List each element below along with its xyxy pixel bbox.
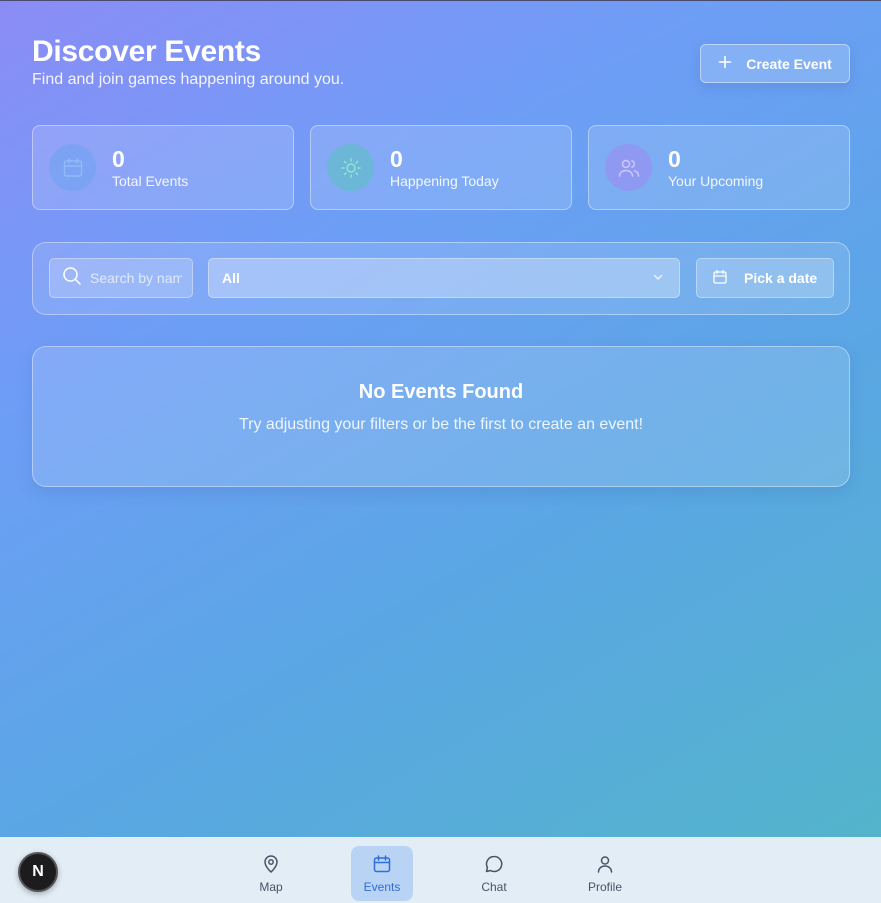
date-picker-button[interactable]: Pick a date — [696, 258, 834, 298]
empty-state-text: Try adjusting your filters or be the fir… — [238, 416, 644, 433]
users-icon — [605, 144, 652, 191]
calendar-icon — [49, 144, 96, 191]
nav-label: Profile — [587, 879, 622, 894]
chevron-down-icon — [651, 270, 665, 287]
page-subtitle: Find and join games happening around you… — [32, 71, 345, 88]
chat-bubble-icon — [484, 854, 504, 880]
category-select[interactable]: All — [208, 258, 680, 298]
bottom-nav: Map Events Chat Profile — [0, 837, 881, 903]
stat-card-your-upcoming: 0 Your Upcoming — [588, 125, 850, 210]
map-pin-icon — [261, 854, 281, 880]
page-header: Discover Events Find and join games happ… — [32, 35, 344, 89]
stat-label: Your Upcoming — [668, 173, 764, 189]
stat-value: 0 — [668, 146, 681, 172]
nav-item-events[interactable]: Events — [351, 846, 413, 901]
filter-bar: All Pick a date — [32, 242, 850, 315]
nav-label: Map — [259, 879, 283, 894]
date-picker-label: Pick a date — [744, 270, 818, 286]
calendar-icon — [372, 854, 392, 880]
empty-state: No Events Found Try adjusting your filte… — [32, 346, 850, 487]
create-event-button[interactable]: Create Event — [700, 44, 850, 83]
plus-icon — [718, 55, 732, 72]
stat-value: 0 — [390, 146, 403, 172]
sun-icon — [327, 144, 374, 191]
stat-value: 0 — [112, 146, 125, 172]
empty-state-title: No Events Found — [358, 381, 524, 403]
calendar-icon — [712, 269, 728, 288]
stat-card-happening-today: 0 Happening Today — [310, 125, 572, 210]
search-input[interactable] — [90, 270, 182, 286]
nav-item-profile[interactable]: Profile — [574, 846, 636, 901]
nav-label: Chat — [481, 879, 507, 894]
stat-label: Total Events — [112, 173, 189, 189]
create-event-label: Create Event — [746, 55, 832, 72]
search-icon — [62, 266, 82, 291]
select-value: All — [222, 270, 240, 286]
nav-item-map[interactable]: Map — [240, 846, 302, 901]
stat-card-total-events: 0 Total Events — [32, 125, 294, 210]
page-title: Discover Events — [32, 35, 261, 68]
search-field[interactable] — [49, 258, 193, 298]
nav-label: Events — [363, 879, 401, 894]
stat-label: Happening Today — [390, 173, 499, 189]
avatar[interactable]: N — [18, 852, 58, 892]
user-icon — [595, 854, 615, 880]
nav-item-chat[interactable]: Chat — [463, 846, 525, 901]
